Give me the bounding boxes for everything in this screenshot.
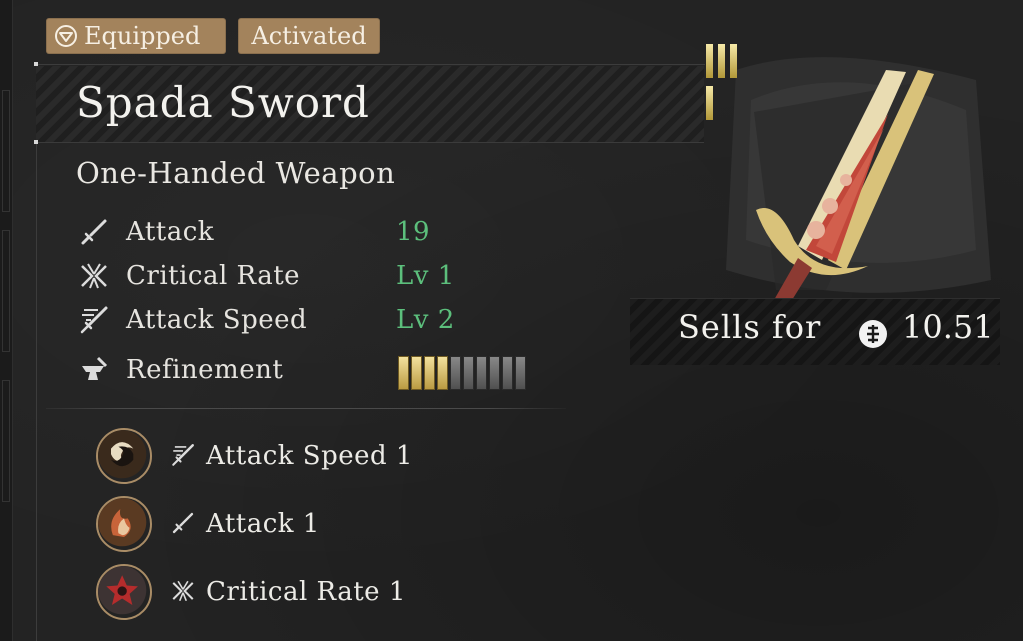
- stat-row-attack-speed: Attack Speed Lv 2: [78, 300, 558, 340]
- stat-value: 19: [396, 217, 431, 247]
- sword-icon: [81, 219, 107, 245]
- sell-label: Sells for: [678, 308, 822, 346]
- corner-dot: [34, 140, 38, 144]
- equipped-label: Equipped: [84, 22, 201, 50]
- refinement-segment: [502, 356, 513, 390]
- anvil-icon: [82, 356, 108, 380]
- corner-dot: [34, 62, 38, 66]
- effect-row: Attack Speed 1: [96, 428, 516, 488]
- activated-label: Activated: [251, 22, 367, 50]
- stat-row-attack: Attack 19: [78, 212, 558, 252]
- coin-icon: [859, 320, 887, 348]
- stat-value: Lv 1: [396, 261, 455, 291]
- effect-row: Attack 1: [96, 496, 516, 556]
- equipped-badge: Equipped: [46, 18, 226, 54]
- rarity-pip: [706, 86, 713, 120]
- stat-label: Attack Speed: [126, 305, 308, 335]
- effect-row: Critical Rate 1: [96, 564, 516, 624]
- weapon-artwork: [726, 57, 991, 300]
- flame-orb-icon: [96, 496, 152, 552]
- stat-row-critical-rate: Critical Rate Lv 1: [78, 256, 558, 296]
- item-type: One-Handed Weapon: [76, 156, 396, 190]
- swirl-orb-icon: [96, 428, 152, 484]
- critical-rate-icon: [81, 263, 107, 289]
- rarity-pip: [706, 44, 713, 78]
- stat-label: Critical Rate: [126, 261, 301, 291]
- item-name: Spada Sword: [76, 78, 370, 127]
- refinement-segment: [476, 356, 487, 390]
- stat-label: Attack: [126, 217, 215, 247]
- equipped-icon: [55, 25, 77, 47]
- refinement-segment: [411, 356, 422, 390]
- crimson-orb-icon: [96, 564, 152, 620]
- effect-label: Attack Speed 1: [206, 441, 413, 471]
- attack-speed-icon: [172, 444, 194, 466]
- sword-icon: [172, 512, 194, 534]
- left-edge-panel: [0, 0, 13, 641]
- divider: [46, 408, 566, 409]
- refinement-segment: [489, 356, 500, 390]
- refinement-segment: [515, 356, 526, 390]
- sell-value: 10.51: [902, 308, 994, 346]
- activated-badge: Activated: [238, 18, 380, 54]
- rarity-pip: [718, 44, 725, 78]
- refinement-segment: [424, 356, 435, 390]
- stat-label: Refinement: [126, 355, 284, 385]
- refinement-segment: [437, 356, 448, 390]
- stat-row-refinement: Refinement: [78, 350, 558, 390]
- stat-value: Lv 2: [396, 305, 455, 335]
- attack-speed-icon: [80, 306, 108, 334]
- refinement-segment: [398, 356, 409, 390]
- rarity-pip: [730, 44, 737, 78]
- critical-rate-icon: [172, 580, 194, 602]
- refinement-level-bar: [398, 356, 526, 390]
- refinement-segment: [463, 356, 474, 390]
- effect-label: Critical Rate 1: [206, 577, 406, 607]
- refinement-segment: [450, 356, 461, 390]
- effect-label: Attack 1: [206, 509, 320, 539]
